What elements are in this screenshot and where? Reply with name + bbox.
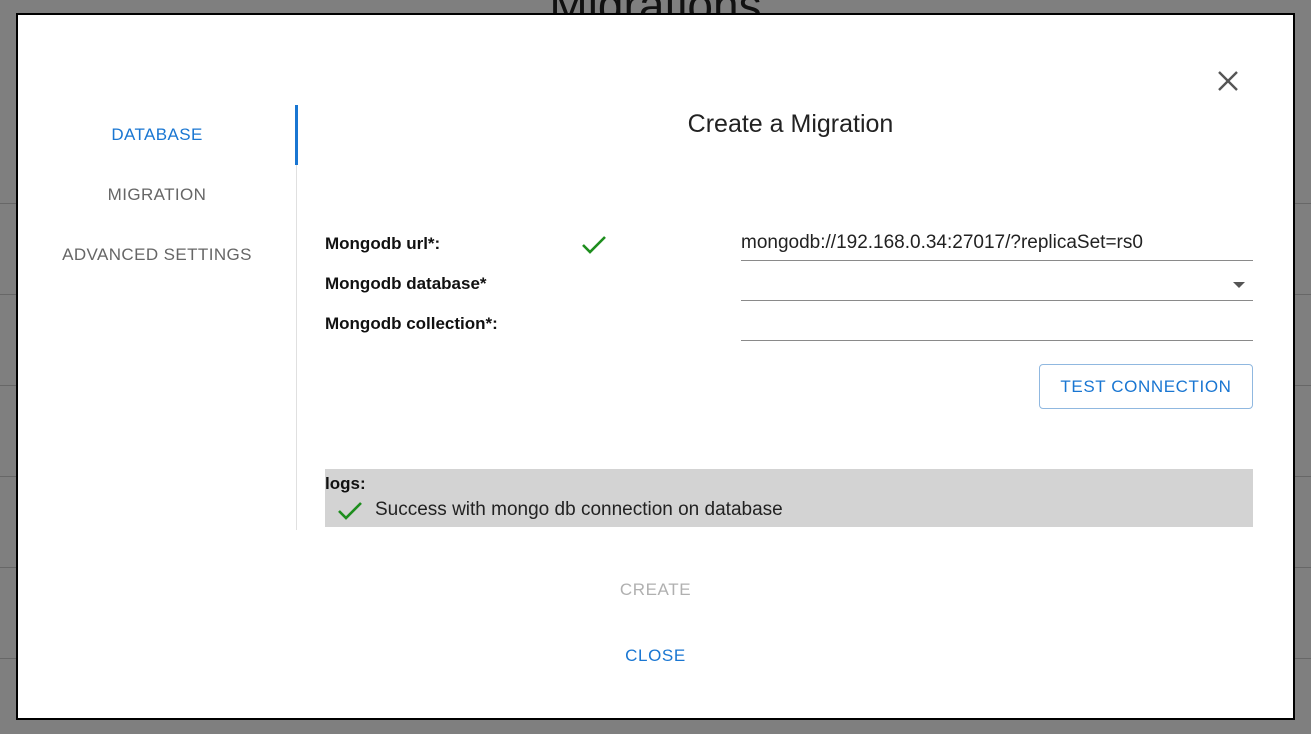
tab-database[interactable]: DATABASE	[18, 105, 298, 165]
check-icon	[581, 234, 607, 261]
log-entry: Success with mongo db connection on data…	[375, 499, 783, 520]
mongodb-url-input[interactable]: mongodb://192.168.0.34:27017/?replicaSet…	[741, 232, 1253, 261]
logs-title: logs:	[325, 474, 366, 493]
close-button[interactable]: CLOSE	[578, 641, 733, 671]
vertical-tabs: DATABASE MIGRATION ADVANCED SETTINGS	[18, 105, 298, 530]
create-button[interactable]: CREATE	[578, 575, 733, 605]
mongodb-database-label: Mongodb database*	[325, 274, 487, 293]
tab-migration[interactable]: MIGRATION	[18, 165, 296, 225]
mongodb-url-label: Mongodb url*:	[325, 234, 441, 253]
mongodb-url-value: mongodb://192.168.0.34:27017/?replicaSet…	[741, 232, 1143, 253]
dropdown-arrow-icon[interactable]	[1233, 282, 1245, 288]
mongodb-collection-label: Mongodb collection*:	[325, 314, 498, 333]
dialog-title: Create a Migration	[687, 110, 894, 138]
check-icon	[337, 500, 363, 527]
close-icon[interactable]	[1214, 67, 1242, 95]
tab-advanced-settings[interactable]: ADVANCED SETTINGS	[18, 225, 296, 285]
create-migration-dialog: DATABASE MIGRATION ADVANCED SETTINGS Cre…	[16, 13, 1295, 720]
mongodb-collection-input[interactable]	[741, 312, 1253, 341]
logs-panel: logs: Success with mongo db connection o…	[325, 469, 1253, 527]
test-connection-button[interactable]: TEST CONNECTION	[1039, 364, 1253, 409]
mongodb-database-select[interactable]	[741, 272, 1253, 301]
